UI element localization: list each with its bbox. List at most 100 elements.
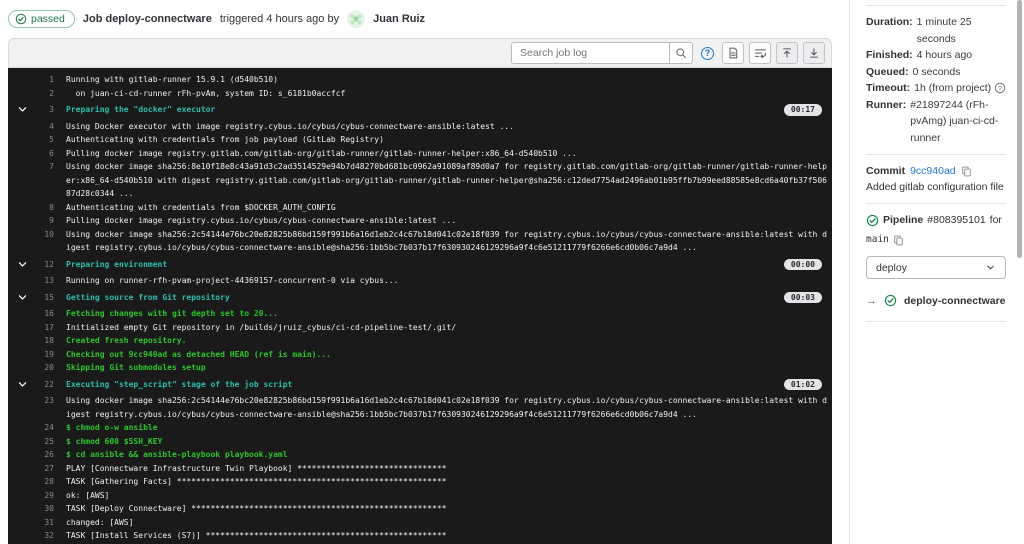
- detail-label: Runner:: [866, 98, 907, 111]
- log-line-number[interactable]: 12: [32, 258, 54, 272]
- log-line-text: Authenticating with credentials from job…: [66, 135, 384, 144]
- log-line: 20 Skipping Git submodules setup: [18, 361, 832, 375]
- pipeline-label: Pipeline: [883, 214, 924, 226]
- divider: [866, 321, 1006, 322]
- gutter-spacer: [18, 475, 32, 489]
- log-line: 6 Pulling docker image registry.gitlab.co…: [18, 147, 832, 161]
- log-line-number[interactable]: 4: [32, 120, 54, 134]
- job-header: passed Job deploy-connectware triggered …: [8, 0, 832, 38]
- log-line-number[interactable]: 9: [32, 214, 54, 228]
- pipeline-line: Pipeline #808395101 for main: [866, 212, 1006, 248]
- log-line: 1 Running with gitlab-runner 15.9.1 (d540…: [18, 73, 832, 87]
- log-line-number[interactable]: 23: [32, 394, 54, 421]
- timeout-help-icon[interactable]: ?: [994, 80, 1006, 94]
- gutter-spacer: [18, 274, 32, 288]
- copy-icon[interactable]: [961, 166, 972, 177]
- log-line-number[interactable]: 29: [32, 489, 54, 503]
- log-line-number[interactable]: 15: [32, 291, 54, 305]
- pipeline-id[interactable]: #808395101: [927, 212, 985, 228]
- log-line-number[interactable]: 24: [32, 421, 54, 435]
- detail-value: #21897244 (rFh-pvAmg) juan-ci-cd-runner: [910, 98, 999, 144]
- search-input[interactable]: [511, 42, 669, 64]
- log-line-text: PLAY [Connectware Infrastructure Twin Pl…: [66, 463, 447, 473]
- log-line: 26 $ cd ansible && ansible-playbook playb…: [18, 448, 832, 462]
- raw-log-button[interactable]: [722, 42, 744, 64]
- log-line: 17 Initialized empty Git repository in /b…: [18, 321, 832, 335]
- log-line-text: Running on runner-rfh-pvam-project-44369…: [66, 276, 399, 285]
- detail-row: Queued: 0 seconds: [866, 64, 1006, 81]
- log-line-text: Fetching changes with git depth set to 2…: [66, 309, 278, 318]
- help-icon[interactable]: ?: [701, 46, 714, 60]
- log-line: 7 Using docker image sha256:8e10f18e8c43a…: [18, 160, 832, 201]
- section-chevron-icon[interactable]: [18, 378, 32, 392]
- job-details: Duration: 1 minute 25 seconds Finished: 4 h…: [866, 14, 1006, 146]
- search-icon: [676, 48, 687, 59]
- log-line-text: Preparing the "docker" executor: [66, 105, 216, 114]
- status-badge[interactable]: passed: [8, 10, 75, 28]
- log-line: 19 Checking out 9cc940ad as detached HEAD…: [18, 348, 832, 362]
- section-chevron-icon[interactable]: [18, 291, 32, 305]
- log-line: 18 Created fresh repository.: [18, 334, 832, 348]
- log-line-number[interactable]: 16: [32, 307, 54, 321]
- detail-value: 4 hours ago: [916, 49, 973, 61]
- log-line-number[interactable]: 13: [32, 274, 54, 288]
- detail-label: Queued:: [866, 65, 909, 78]
- log-line-number[interactable]: 7: [32, 160, 54, 201]
- check-circle-icon: [15, 13, 27, 25]
- log-line-number[interactable]: 3: [32, 103, 54, 117]
- raw-file-icon: [729, 47, 738, 59]
- log-line-number[interactable]: 28: [32, 475, 54, 489]
- avatar[interactable]: [347, 10, 366, 28]
- stage-dropdown[interactable]: deploy: [866, 256, 1006, 279]
- divider: [866, 154, 1006, 155]
- gutter-spacer: [18, 435, 32, 449]
- user-name[interactable]: Juan Ruiz: [373, 13, 425, 25]
- log-line-number[interactable]: 25: [32, 435, 54, 449]
- scroll-bottom-button[interactable]: [803, 42, 825, 64]
- pipeline-status-icon: [866, 214, 879, 226]
- commit-message: Added gitlab configuration file: [866, 181, 1004, 193]
- log-line-text: Created fresh repository.: [66, 336, 187, 345]
- log-line-number[interactable]: 5: [32, 133, 54, 147]
- log-line-number[interactable]: 8: [32, 201, 54, 215]
- section-chevron-icon[interactable]: [18, 103, 32, 117]
- gutter-spacer: [18, 502, 32, 516]
- log-line-number[interactable]: 19: [32, 348, 54, 362]
- log-line-number[interactable]: 22: [32, 378, 54, 392]
- log-line-number[interactable]: 27: [32, 462, 54, 476]
- gutter-spacer: [18, 228, 32, 255]
- log-line-number[interactable]: 2: [32, 87, 54, 101]
- sidebar-job-name: deploy-connectware: [904, 294, 1006, 307]
- log-line-number[interactable]: 17: [32, 321, 54, 335]
- log-line-number[interactable]: 18: [32, 334, 54, 348]
- commit-line: Commit 9cc940ad: [866, 163, 1006, 179]
- copy-icon[interactable]: [893, 235, 904, 246]
- log-line-number[interactable]: 30: [32, 502, 54, 516]
- arrow-right-icon: →: [866, 294, 877, 307]
- scrollbar[interactable]: [1017, 0, 1022, 258]
- wrap-lines-button[interactable]: [749, 42, 771, 64]
- sidebar-job-item[interactable]: → deploy-connectware: [866, 294, 1006, 307]
- search-button[interactable]: [669, 42, 693, 64]
- pipeline-ref[interactable]: main: [866, 232, 889, 248]
- log-line-number[interactable]: 6: [32, 147, 54, 161]
- log-line-number[interactable]: 20: [32, 361, 54, 375]
- gutter-spacer: [18, 421, 32, 435]
- log-line-number[interactable]: 1: [32, 73, 54, 87]
- log-line-text: Using docker image sha256:2c54144e76bc20…: [66, 396, 827, 419]
- gutter-spacer: [18, 147, 32, 161]
- log-line-number[interactable]: 10: [32, 228, 54, 255]
- commit-sha-link[interactable]: 9cc940ad: [910, 163, 956, 179]
- gutter-spacer: [18, 462, 32, 476]
- section-duration-badge: 00:03: [783, 291, 822, 303]
- scroll-top-button[interactable]: [776, 42, 798, 64]
- log-line: 27 PLAY [Connectware Infrastructure Twin …: [18, 462, 832, 476]
- log-line-text: on juan-ci-cd-runner rFh-pvAm, system ID…: [66, 88, 346, 98]
- log-line-number[interactable]: 32: [32, 529, 54, 543]
- log-line-number[interactable]: 26: [32, 448, 54, 462]
- detail-label: Duration:: [866, 16, 913, 28]
- log-line: 24 $ chmod o-w ansible: [18, 421, 832, 435]
- log-line-number[interactable]: 31: [32, 516, 54, 530]
- stage-dropdown-value: deploy: [876, 261, 907, 274]
- section-chevron-icon[interactable]: [18, 258, 32, 272]
